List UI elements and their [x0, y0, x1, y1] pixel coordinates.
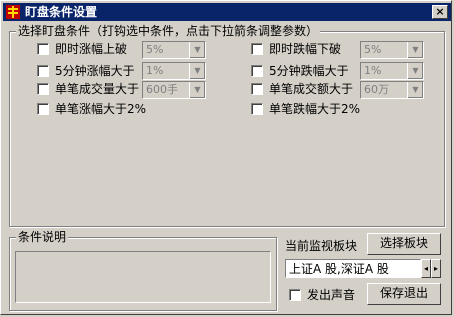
conditions-legend: 选择盯盘条件（打钩选中条件，点击下拉箭条调整参数） — [16, 24, 321, 38]
checkbox[interactable] — [37, 65, 49, 77]
scroll-right-button[interactable]: ▸ — [431, 259, 441, 278]
app-icon — [6, 5, 20, 19]
param-dropdown[interactable]: 5% ▼ — [142, 41, 206, 59]
param-dropdown[interactable]: 1% ▼ — [360, 62, 424, 80]
param-dropdown[interactable]: 60万 ▼ — [360, 81, 424, 99]
checkbox[interactable] — [37, 103, 49, 115]
description-legend: 条件说明 — [16, 230, 69, 244]
checkbox[interactable] — [251, 43, 263, 55]
chevron-down-icon[interactable]: ▼ — [189, 42, 205, 58]
condition-label: 单笔涨幅大于2% — [55, 102, 147, 116]
checkbox[interactable] — [251, 83, 263, 95]
dropdown-value: 5% — [146, 43, 164, 56]
sound-label: 发出声音 — [307, 288, 356, 302]
dropdown-value: 600手 — [146, 83, 178, 96]
param-dropdown[interactable]: 1% ▼ — [142, 62, 206, 80]
condition-label: 5分钟跌幅大于 — [269, 64, 349, 78]
checkbox[interactable] — [251, 65, 263, 77]
chevron-down-icon[interactable]: ▼ — [407, 82, 423, 98]
condition-label: 即时跌幅下破 — [269, 42, 342, 56]
param-dropdown[interactable]: 600手 ▼ — [142, 81, 206, 99]
condition-label: 单笔成交额大于 — [269, 82, 354, 96]
checkbox[interactable] — [251, 103, 263, 115]
chevron-down-icon[interactable]: ▼ — [407, 42, 423, 58]
sound-checkbox[interactable] — [289, 289, 301, 301]
condition-label: 5分钟涨幅大于 — [55, 64, 135, 78]
chevron-down-icon[interactable]: ▼ — [407, 63, 423, 79]
condition-row[interactable]: 单笔涨幅大于2% — [37, 101, 217, 119]
close-icon: × — [435, 5, 445, 18]
chevron-left-icon: ◂ — [423, 264, 428, 273]
condition-label: 单笔成交量大于 — [55, 82, 140, 96]
dropdown-value: 5% — [364, 43, 382, 56]
board-value: 上证A 股,深证A 股 — [289, 262, 389, 276]
board-field[interactable]: 上证A 股,深证A 股 — [285, 259, 421, 278]
condition-label: 单笔跌幅大于2% — [269, 102, 361, 116]
condition-label: 即时涨幅上破 — [55, 42, 128, 56]
chevron-down-icon[interactable]: ▼ — [189, 63, 205, 79]
dropdown-value: 60万 — [364, 83, 389, 96]
chevron-right-icon: ▸ — [433, 264, 438, 273]
select-board-button[interactable]: 选择板块 — [367, 233, 441, 255]
sound-row[interactable]: 发出声音 — [289, 287, 369, 305]
checkbox[interactable] — [37, 83, 49, 95]
chevron-down-icon[interactable]: ▼ — [189, 82, 205, 98]
param-dropdown[interactable]: 5% ▼ — [360, 41, 424, 59]
conditions-group: 选择盯盘条件（打钩选中条件，点击下拉箭条调整参数） — [9, 24, 445, 227]
title-bar[interactable]: 盯盘条件设置 × — [3, 3, 451, 21]
condition-row[interactable]: 单笔跌幅大于2% — [251, 101, 431, 119]
dialog-window: 盯盘条件设置 × 选择盯盘条件（打钩选中条件，点击下拉箭条调整参数） 即时涨幅上… — [0, 0, 452, 315]
window-title: 盯盘条件设置 — [25, 5, 98, 19]
scroll-left-button[interactable]: ◂ — [421, 259, 431, 278]
dropdown-value: 1% — [364, 64, 382, 77]
save-exit-button[interactable]: 保存退出 — [367, 283, 441, 305]
checkbox[interactable] — [37, 43, 49, 55]
close-button[interactable]: × — [432, 5, 448, 19]
dropdown-value: 1% — [146, 64, 164, 77]
monitor-label: 当前监视板块 — [285, 239, 358, 253]
description-text — [15, 251, 271, 303]
